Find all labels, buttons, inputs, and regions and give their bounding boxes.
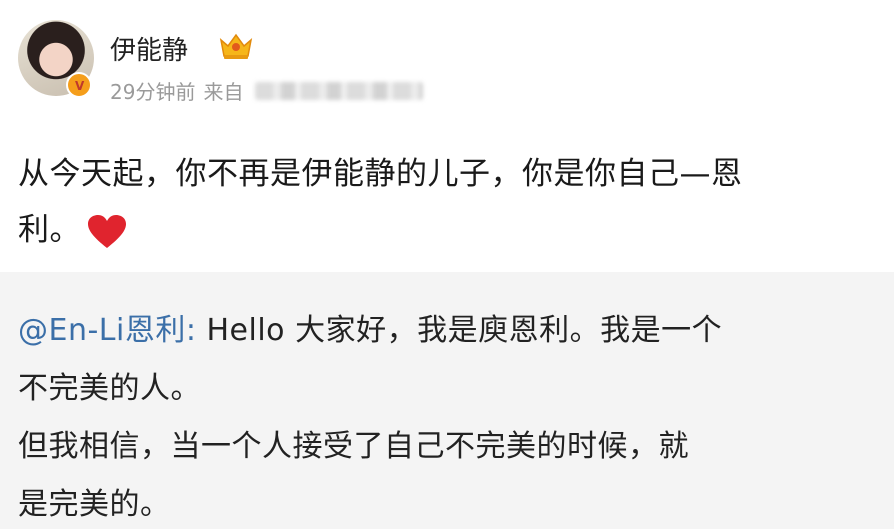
vip-crown-icon	[219, 33, 253, 59]
post-body-line-1: 从今天起，你不再是伊能静的儿子，你是你自己—恩	[18, 156, 743, 192]
repost-line-4: 是完美的。	[18, 487, 171, 522]
blurred-source	[255, 81, 424, 100]
post-meta: 29分钟前 来自	[110, 76, 424, 105]
weibo-post: V 伊能静 29分钟前 来自 从今天起，你不再是伊能静的儿子，你是你自己—恩 利…	[0, 0, 894, 529]
post-body-line-2: 利。	[18, 202, 868, 258]
red-heart-icon	[88, 214, 126, 248]
svg-text:V: V	[75, 79, 85, 92]
post-timestamp: 29分钟前	[110, 80, 196, 104]
mention-colon: :	[185, 313, 197, 348]
post-body: 从今天起，你不再是伊能静的儿子，你是你自己—恩 利。	[18, 146, 868, 258]
repost-line-2: 不完美的人。	[18, 371, 201, 406]
repost-line-3: 但我相信，当一个人接受了自己不完美的时候，就	[18, 429, 689, 464]
verified-badge-icon: V	[66, 72, 92, 98]
source-prefix: 来自	[203, 80, 244, 104]
repost-text: @En-Li恩利: Hello 大家好，我是庾恩利。我是一个 不完美的人。 但我…	[18, 302, 858, 529]
repost-box[interactable]: @En-Li恩利: Hello 大家好，我是庾恩利。我是一个 不完美的人。 但我…	[0, 272, 894, 529]
username[interactable]: 伊能静	[110, 30, 188, 67]
repost-line-1-rest: Hello 大家好，我是庾恩利。我是一个	[196, 313, 723, 348]
mention-link[interactable]: @En-Li恩利	[18, 313, 186, 348]
post-body-line-2-text: 利。	[18, 212, 81, 248]
repost-line-1: @En-Li恩利: Hello 大家好，我是庾恩利。我是一个	[18, 302, 858, 360]
